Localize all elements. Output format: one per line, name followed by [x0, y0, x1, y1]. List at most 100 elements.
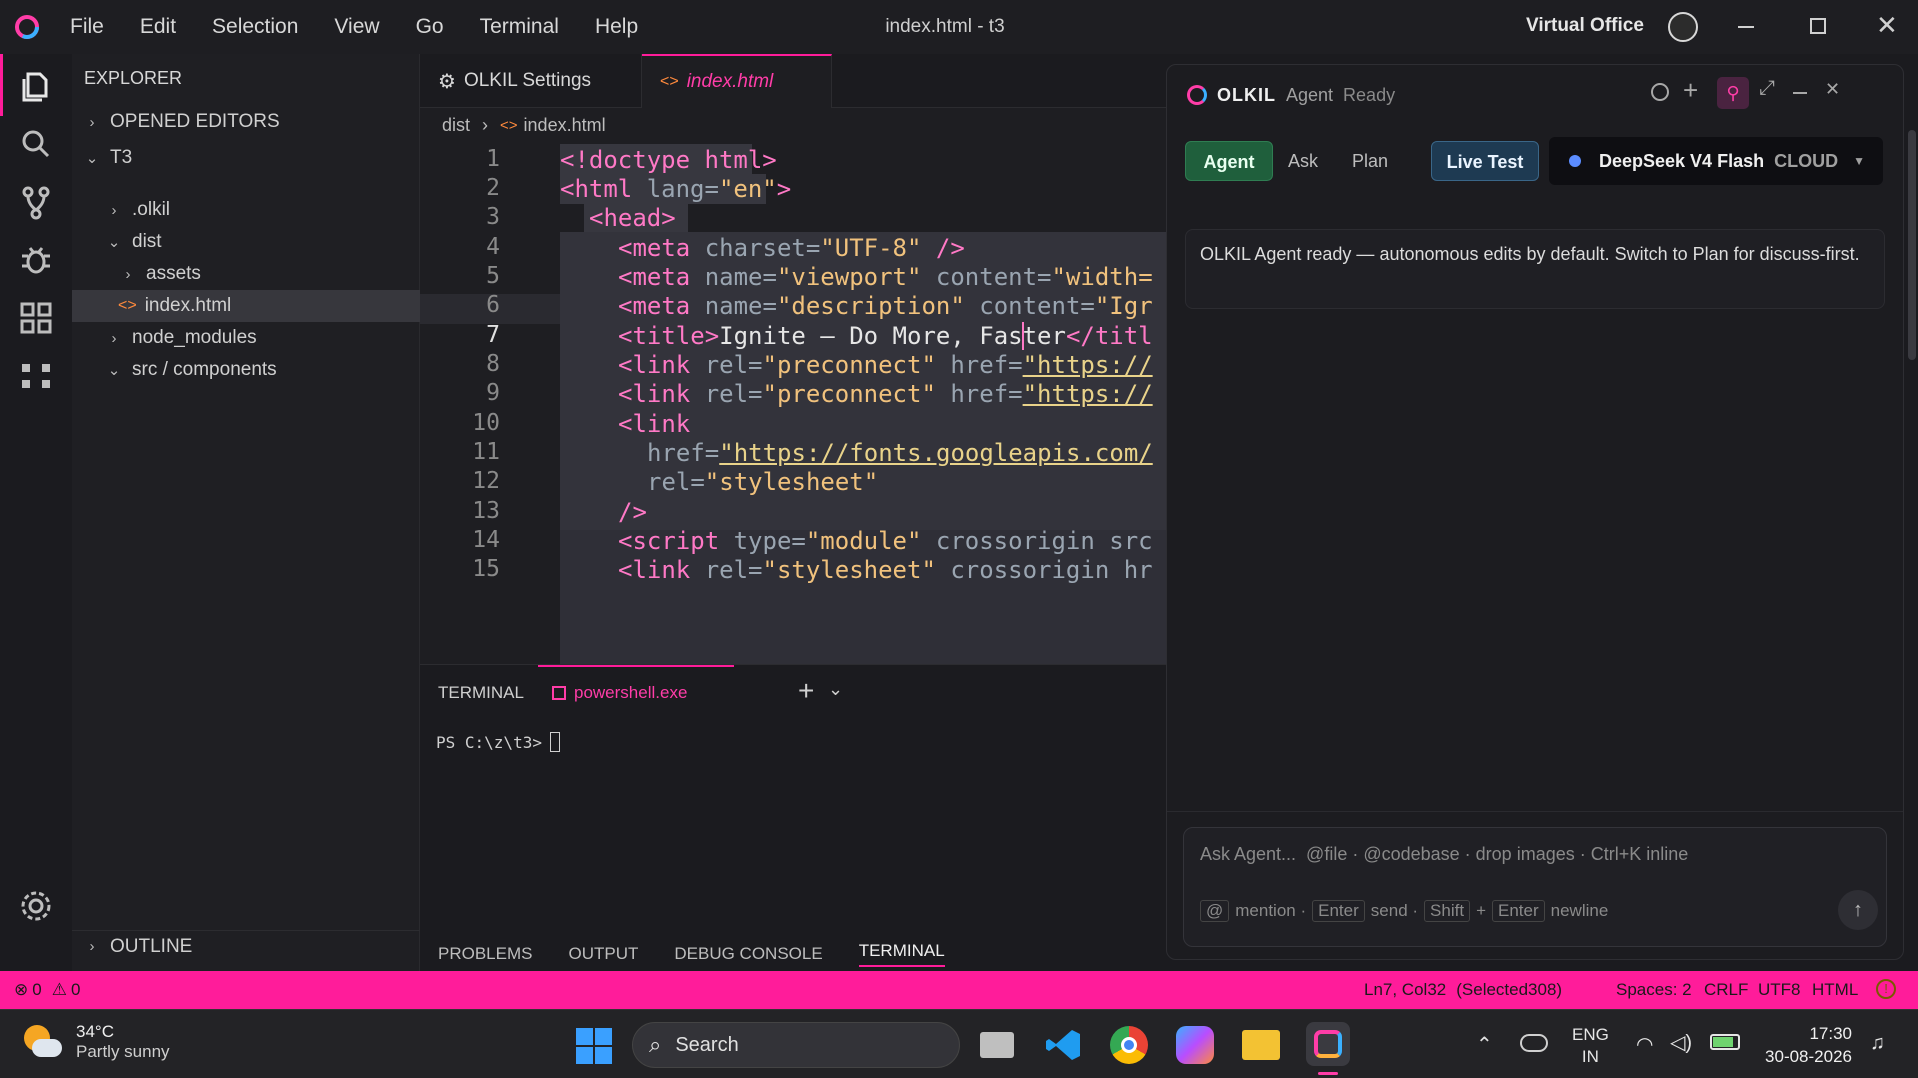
wifi-icon[interactable]: ◠	[1636, 1032, 1653, 1057]
tab-olkil-settings[interactable]: ⚙ OLKIL Settings	[420, 54, 642, 108]
tree-item-assets[interactable]: › assets	[72, 258, 420, 290]
code-line: <meta charset="UTF-8" />	[618, 234, 965, 262]
taskbar-search[interactable]: ⌕ Search	[632, 1022, 960, 1068]
copilot-icon[interactable]	[1176, 1026, 1214, 1064]
windows-start-icon[interactable]	[576, 1028, 612, 1064]
volume-icon[interactable]: ◁)	[1670, 1030, 1692, 1055]
breadcrumb-file[interactable]: index.html	[524, 115, 606, 136]
outline-section[interactable]: › OUTLINE	[72, 930, 420, 962]
source-control-icon[interactable]	[16, 182, 56, 222]
folder-t3[interactable]: ⌄ T3	[72, 142, 420, 174]
weather-widget[interactable]: 34°C Partly sunny	[24, 1022, 170, 1062]
restore-icon[interactable]	[1810, 18, 1826, 34]
tree-item-src-components[interactable]: ⌄ src / components	[72, 354, 420, 386]
notifications-bell-icon[interactable]: ♫	[1870, 1032, 1885, 1055]
vscode-icon[interactable]	[1044, 1026, 1082, 1064]
notification-icon[interactable]: !	[1876, 979, 1896, 999]
history-icon[interactable]	[1651, 83, 1669, 101]
chevron-right-icon: ›	[111, 201, 117, 219]
minimize-icon[interactable]	[1793, 92, 1807, 94]
language-mode[interactable]: HTML	[1812, 980, 1858, 1000]
chevron-down-icon: ⌄	[107, 362, 121, 379]
active-app-indicator	[1318, 1072, 1338, 1075]
tree-item-index-html[interactable]: <> index.html	[72, 290, 420, 322]
mode-plan[interactable]: Plan	[1337, 141, 1403, 181]
tree-item-olkil[interactable]: › .olkil	[72, 194, 420, 226]
tree-item-dist[interactable]: ⌄ dist	[72, 226, 420, 258]
terminal-label: TERMINAL	[438, 683, 524, 702]
explorer-header: EXPLORER	[84, 68, 183, 88]
tab-problems[interactable]: PROBLEMS	[438, 944, 532, 964]
agent-scrollbar[interactable]	[1908, 130, 1916, 360]
chevron-down-icon[interactable]: ⌄	[828, 679, 843, 700]
composer-hints: @ mention · Enter send · Shift + Enter n…	[1200, 900, 1608, 922]
composer[interactable]: Ask Agent... @file · @codebase · drop im…	[1183, 827, 1887, 947]
chrome-icon[interactable]	[1110, 1026, 1148, 1064]
clock[interactable]: 17:30 30-08-2026	[1760, 1022, 1852, 1068]
composer-input[interactable]: Ask Agent... @file · @codebase · drop im…	[1200, 844, 1688, 865]
chevron-right-icon: ›	[89, 113, 95, 131]
search-icon[interactable]	[16, 124, 56, 164]
explorer-icon[interactable]	[16, 66, 56, 106]
close-icon[interactable]: ✕	[1876, 10, 1898, 41]
task-view-icon[interactable]	[980, 1032, 1014, 1058]
live-test-button[interactable]: Live Test	[1431, 141, 1539, 181]
new-terminal-icon[interactable]: +	[798, 675, 814, 707]
line-number: 11	[472, 439, 500, 465]
tab-output[interactable]: OUTPUT	[568, 944, 638, 964]
settings-gear-icon[interactable]	[16, 886, 56, 926]
line-ending[interactable]: CRLF	[1704, 980, 1748, 1000]
olkil-app-icon[interactable]	[1306, 1022, 1350, 1066]
tab-debug-console[interactable]: DEBUG CONSOLE	[674, 944, 822, 964]
language-indicator[interactable]: ENG IN	[1572, 1024, 1609, 1068]
model-selector[interactable]: DeepSeek V4 Flash CLOUD ▼	[1549, 137, 1883, 185]
opened-editors-section[interactable]: › OPENED EDITORS	[72, 106, 420, 138]
chevron-right-icon: ›	[125, 265, 131, 283]
cloud-off-icon[interactable]	[1520, 1034, 1548, 1052]
new-chat-icon[interactable]: +	[1683, 75, 1698, 106]
debug-icon[interactable]	[16, 240, 56, 280]
file-encoding[interactable]: UTF8	[1758, 980, 1801, 1000]
code-line: <!doctype html>	[560, 146, 777, 174]
tree-item-node-modules[interactable]: › node_modules	[72, 322, 420, 354]
chevron-up-icon[interactable]: ⌃	[1476, 1032, 1493, 1057]
expand-icon[interactable]: ⤢	[1759, 77, 1775, 100]
code-editor[interactable]: 1 2 3 4 5 6 7 8 9 10 11 12 13 14 15 <!do…	[420, 142, 1166, 664]
line-number: 3	[486, 204, 500, 230]
partly-sunny-icon	[24, 1025, 62, 1059]
tab-powershell[interactable]: powershell.exe	[538, 665, 734, 719]
title-bar: File Edit Selection View Go Terminal Hel…	[0, 0, 1918, 54]
pin-icon[interactable]: ⚲	[1717, 77, 1749, 109]
olkil-icon[interactable]	[16, 356, 56, 396]
breadcrumb-folder[interactable]: dist	[442, 115, 470, 136]
minimize-icon[interactable]	[1738, 26, 1754, 28]
line-number: 10	[472, 410, 500, 436]
html-file-icon: <>	[660, 73, 679, 90]
account-avatar[interactable]	[1668, 12, 1698, 42]
explorer-sidebar: EXPLORER › OPENED EDITORS ⌄ T3 › .olkil …	[72, 54, 420, 971]
code-line: <meta name="viewport" content="width=	[618, 263, 1153, 291]
model-dot-icon	[1569, 155, 1581, 167]
mode-agent[interactable]: Agent	[1185, 141, 1273, 181]
windows-taskbar: 34°C Partly sunny ⌕ Search ⌃ ENG IN ◠ ◁)…	[0, 1009, 1918, 1078]
line-number: 5	[486, 263, 500, 289]
problems-indicator[interactable]: ⊗ 0 ⚠ 0	[14, 980, 80, 1000]
code-line: <title>Ignite — Do More, Faster</titl	[618, 322, 1153, 350]
mode-ask[interactable]: Ask	[1273, 141, 1333, 181]
tab-terminal[interactable]: TERMINAL	[858, 941, 945, 967]
extensions-icon[interactable]	[16, 298, 56, 338]
workspace-name[interactable]: Virtual Office	[1526, 15, 1644, 37]
file-explorer-icon[interactable]	[1242, 1030, 1280, 1060]
send-button[interactable]: ↑	[1838, 890, 1878, 930]
breadcrumb-separator-icon: ›	[482, 114, 489, 135]
close-icon[interactable]: ✕	[1825, 79, 1840, 100]
tab-index-html[interactable]: <> index.html	[642, 54, 832, 108]
cursor-position[interactable]: Ln7, Col32 (Selected308)	[1364, 980, 1562, 1000]
indent-spaces[interactable]: Spaces: 2	[1616, 980, 1692, 1000]
line-number: 7	[486, 322, 500, 348]
terminal-cursor	[549, 732, 560, 752]
agent-brand: OLKIL	[1217, 84, 1276, 105]
battery-icon[interactable]	[1710, 1034, 1740, 1050]
code-line: rel="stylesheet"	[647, 468, 879, 496]
terminal-output[interactable]: PS C:\z\t3>	[420, 718, 1166, 936]
